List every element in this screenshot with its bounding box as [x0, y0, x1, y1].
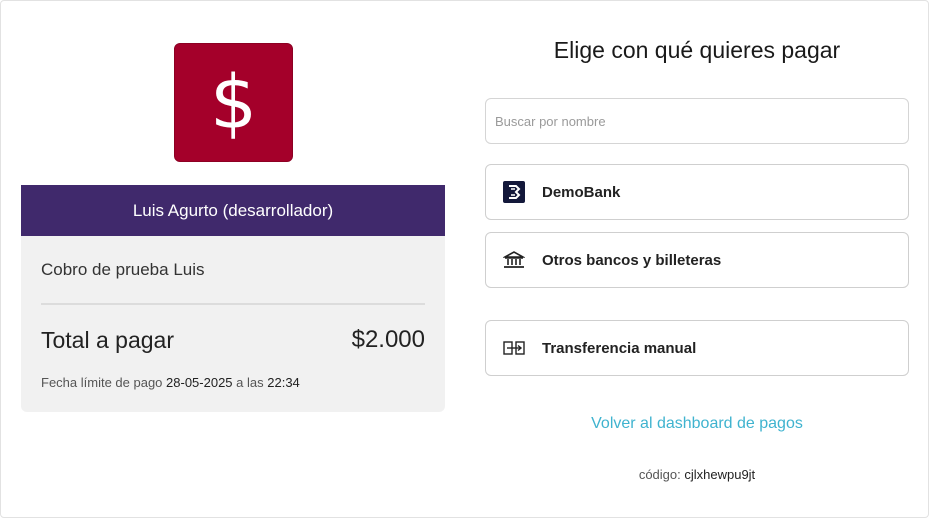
- total-amount: $2.000: [351, 326, 425, 353]
- back-to-dashboard-link[interactable]: Volver al dashboard de pagos: [485, 415, 909, 433]
- merchant-name: Luis Agurto (desarrollador): [132, 200, 334, 220]
- total-label: Total a pagar: [41, 327, 174, 353]
- code-value: cjlxhewpu9jt: [684, 467, 756, 482]
- deadline-date: 28-05-2025: [166, 375, 233, 390]
- option-manual-transfer[interactable]: Transferencia manual: [485, 320, 909, 376]
- option-label: DemoBank: [542, 183, 621, 201]
- page-title: Elige con qué quieres pagar: [553, 37, 841, 63]
- option-other-banks[interactable]: Otros bancos y billeteras: [485, 232, 909, 288]
- deadline-time: 22:34: [267, 375, 300, 390]
- payment-deadline: Fecha límite de pago 28-05-2025 a las 22…: [41, 375, 300, 390]
- merchant-name-bar: Luis Agurto (desarrollador): [21, 185, 445, 236]
- option-label: Otros bancos y billeteras: [542, 251, 722, 269]
- dollar-icon: $: [209, 59, 258, 146]
- option-demobank[interactable]: DemoBank: [485, 164, 909, 220]
- code-label: código:: [638, 467, 681, 482]
- deadline-mid: a las: [236, 375, 264, 390]
- demobank-logo-icon: [503, 181, 525, 203]
- search-input[interactable]: [485, 98, 909, 144]
- payment-code: código: cjlxhewpu9jt: [485, 467, 909, 482]
- bank-building-icon: [503, 249, 525, 271]
- payment-concept: Cobro de prueba Luis: [41, 260, 205, 279]
- transfer-icon: [503, 337, 525, 359]
- option-label: Transferencia manual: [542, 339, 697, 357]
- summary-divider: [41, 303, 425, 305]
- merchant-logo: $: [174, 43, 293, 162]
- payment-summary: Cobro de prueba Luis Total a pagar $2.00…: [21, 236, 445, 412]
- deadline-prefix: Fecha límite de pago: [41, 375, 163, 390]
